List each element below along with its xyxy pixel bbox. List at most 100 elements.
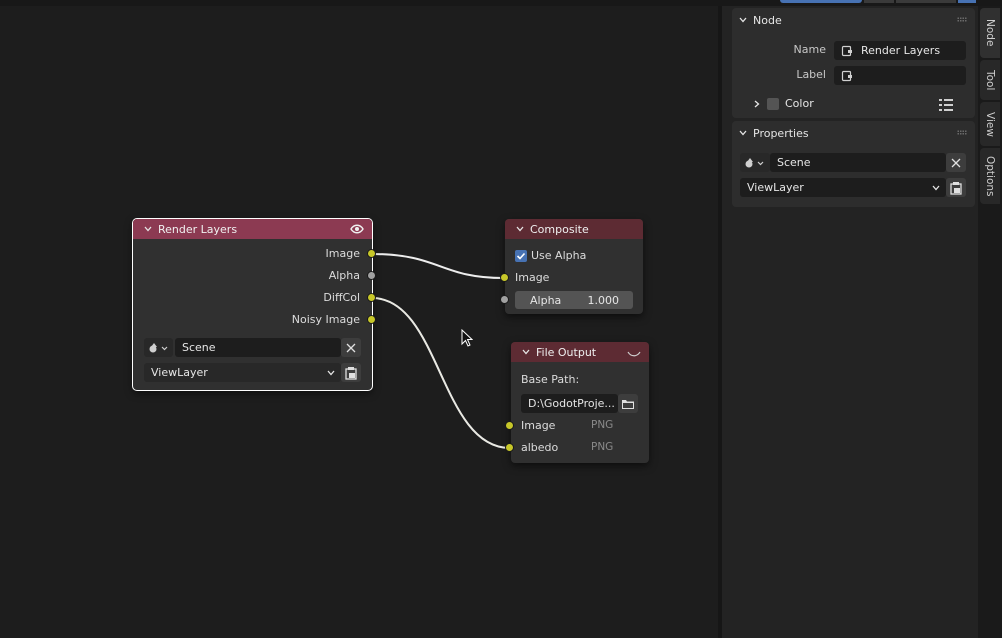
clear-scene-button[interactable] (946, 153, 966, 172)
use-alpha-label: Use Alpha (531, 249, 587, 262)
input-albedo-socket[interactable] (505, 443, 514, 452)
clipboard-icon (950, 181, 962, 195)
chevron-down-icon (739, 130, 747, 136)
properties-panel-header[interactable]: Properties (732, 121, 975, 145)
input-image-socket[interactable] (505, 421, 514, 430)
eye-icon[interactable] (350, 223, 364, 238)
file-output-node[interactable]: File Output Base Path: D:\GodotProje... … (505, 342, 649, 463)
view-layer-value: ViewLayer (747, 181, 804, 194)
output-diffcol-label: DiffCol (323, 291, 360, 304)
render-layer-button[interactable] (341, 363, 361, 382)
input-albedo-label: albedo (521, 441, 559, 454)
scene-icon (149, 342, 167, 352)
chevron-right-icon (754, 100, 760, 107)
alpha-value: 1.000 (587, 293, 620, 307)
tab-tool-label: Tool (984, 69, 996, 91)
alpha-label: Alpha (530, 293, 562, 307)
output-alpha-socket[interactable] (367, 271, 376, 280)
tab-node-label: Node (984, 19, 996, 47)
browse-folder-button[interactable] (618, 394, 638, 413)
name-label: Name (793, 43, 826, 56)
header-chip[interactable] (896, 0, 956, 3)
input-albedo-format: PNG (591, 441, 614, 453)
color-subpanel-header[interactable]: Color (752, 97, 814, 110)
node-icon (841, 70, 852, 81)
scene-selector-button[interactable] (740, 153, 770, 172)
input-image-socket[interactable] (500, 273, 509, 282)
clear-scene-button[interactable] (341, 338, 361, 357)
chevron-down-icon (932, 185, 940, 191)
chevron-down-icon[interactable] (515, 224, 525, 234)
output-alpha-label: Alpha (328, 269, 360, 282)
scene-selector-button[interactable] (144, 338, 173, 357)
tab-view-label: View (984, 111, 996, 137)
scene-field-value: Scene (182, 341, 216, 354)
drag-grip-icon[interactable] (957, 17, 967, 22)
clipboard-icon (345, 366, 357, 380)
header-accent[interactable] (780, 0, 862, 3)
color-checkbox[interactable] (767, 97, 779, 110)
node-header[interactable]: Render Layers (133, 219, 372, 239)
tab-node[interactable]: Node (980, 8, 1000, 58)
render-layers-node[interactable]: Render Layers Image Alpha DiffCol Noisy … (132, 218, 376, 391)
output-noisy-image-label: Noisy Image (291, 313, 360, 326)
panel-title: Properties (753, 126, 809, 140)
close-icon (346, 343, 356, 352)
base-path-field[interactable]: D:\GodotProje... (521, 394, 618, 413)
output-image-label: Image (325, 247, 360, 260)
node-name-field[interactable]: Render Layers (834, 41, 966, 60)
scene-field[interactable]: Scene (770, 153, 946, 172)
tab-options[interactable]: Options (980, 148, 1000, 204)
input-image-label: Image (515, 271, 550, 284)
output-noisy-image-socket[interactable] (367, 315, 376, 324)
view-layer-value: ViewLayer (151, 366, 208, 379)
node-header[interactable]: Composite (505, 219, 643, 239)
base-path-value: D:\GodotProje... (528, 397, 615, 410)
scene-field-value: Scene (777, 156, 811, 169)
node-panel: Node Name Render Layers Label Color (732, 8, 975, 118)
close-icon (951, 158, 961, 167)
drag-grip-icon[interactable] (957, 130, 967, 135)
scene-icon (745, 157, 764, 167)
view-layer-dropdown[interactable]: ViewLayer (144, 363, 341, 382)
properties-panel: Properties Scene ViewLayer (732, 121, 975, 207)
base-path-label: Base Path: (521, 373, 580, 386)
panel-title: Node (753, 13, 782, 27)
composite-node[interactable]: Composite Use Alpha Image Alpha 1.000 (500, 219, 643, 314)
input-image-format: PNG (591, 419, 614, 431)
chevron-down-icon (327, 370, 335, 376)
sidebar-tab-strip (978, 6, 1002, 638)
chevron-down-icon[interactable] (521, 347, 531, 357)
tab-options-label: Options (984, 155, 996, 197)
node-name-value: Render Layers (861, 44, 941, 57)
header-accent[interactable] (958, 0, 976, 3)
chevron-down-icon[interactable] (143, 224, 153, 234)
output-diffcol-socket[interactable] (367, 293, 376, 302)
node-header[interactable]: File Output (511, 342, 649, 362)
folder-icon (622, 399, 634, 409)
color-label: Color (785, 97, 814, 110)
input-alpha-socket[interactable] (500, 295, 509, 304)
checkmark-icon (516, 252, 526, 260)
node-title: Render Layers (158, 222, 238, 236)
view-layer-dropdown[interactable]: ViewLayer (740, 178, 946, 197)
node-title: File Output (536, 345, 597, 359)
render-layer-button[interactable] (946, 178, 966, 197)
tab-tool[interactable]: Tool (980, 60, 1000, 100)
chevron-down-icon (739, 17, 747, 23)
list-icon[interactable] (939, 99, 953, 114)
node-title: Composite (530, 222, 589, 236)
use-alpha-checkbox[interactable] (515, 250, 527, 262)
label-label: Label (796, 68, 826, 81)
mouse-cursor-icon (461, 328, 474, 351)
input-image-label: Image (521, 419, 556, 432)
node-label-field[interactable] (834, 66, 966, 85)
scene-field[interactable]: Scene (175, 338, 341, 357)
header-chip[interactable] (864, 0, 894, 3)
alpha-value-field[interactable]: Alpha 1.000 (515, 291, 633, 309)
collapse-preview-icon[interactable] (627, 348, 641, 361)
node-icon (841, 45, 852, 56)
tab-view[interactable]: View (980, 102, 1000, 146)
node-panel-header[interactable]: Node (732, 8, 975, 32)
output-image-socket[interactable] (367, 249, 376, 258)
